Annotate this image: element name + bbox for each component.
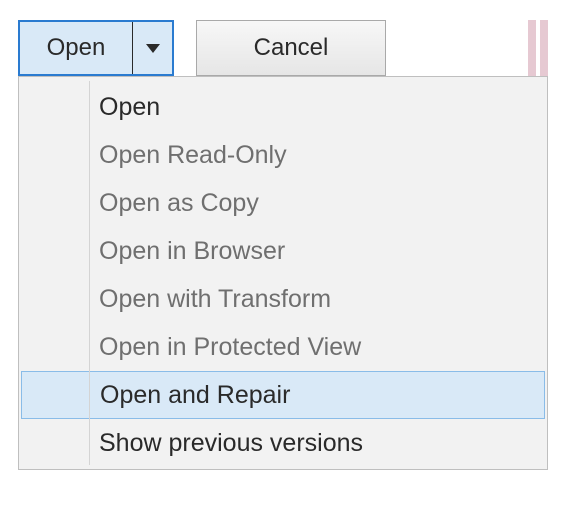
open-dropdown-toggle[interactable] [132,22,172,74]
cancel-button-label: Cancel [254,34,329,62]
open-button[interactable]: Open [20,22,132,74]
decor-strip [540,20,548,76]
open-split-button[interactable]: Open [18,20,174,76]
menu-item-label: Open as Copy [99,189,259,218]
menu-item-open-in-browser[interactable]: Open in Browser [19,227,547,275]
menu-item-label: Open in Protected View [99,333,361,362]
menu-item-open[interactable]: Open [19,83,547,131]
menu-item-open-with-transform[interactable]: Open with Transform [19,275,547,323]
menu-item-open-as-copy[interactable]: Open as Copy [19,179,547,227]
open-button-label: Open [47,34,106,62]
menu-item-open-and-repair[interactable]: Open and Repair [21,371,545,419]
menu-item-label: Open Read-Only [99,141,287,170]
dialog-button-row: Open Cancel [18,20,548,76]
open-dialog-fragment: Open Cancel Open Open Read-Only Open a [18,20,548,470]
menu-item-label: Open and Repair [100,381,290,410]
spacer [386,20,516,76]
cancel-button[interactable]: Cancel [196,20,386,76]
menu-item-label: Open [99,93,160,122]
menu-item-open-read-only[interactable]: Open Read-Only [19,131,547,179]
chevron-down-icon [146,44,160,53]
menu-item-label: Open in Browser [99,237,285,266]
menu-item-open-in-protected-view[interactable]: Open in Protected View [19,323,547,371]
decor-strip [528,20,536,76]
menu-icon-rail [89,81,90,465]
decor-strips [528,20,548,76]
menu-item-label: Show previous versions [99,429,363,458]
open-dropdown-menu: Open Open Read-Only Open as Copy Open in… [18,76,548,470]
menu-item-label: Open with Transform [99,285,331,314]
menu-item-show-previous-versions[interactable]: Show previous versions [19,419,547,467]
